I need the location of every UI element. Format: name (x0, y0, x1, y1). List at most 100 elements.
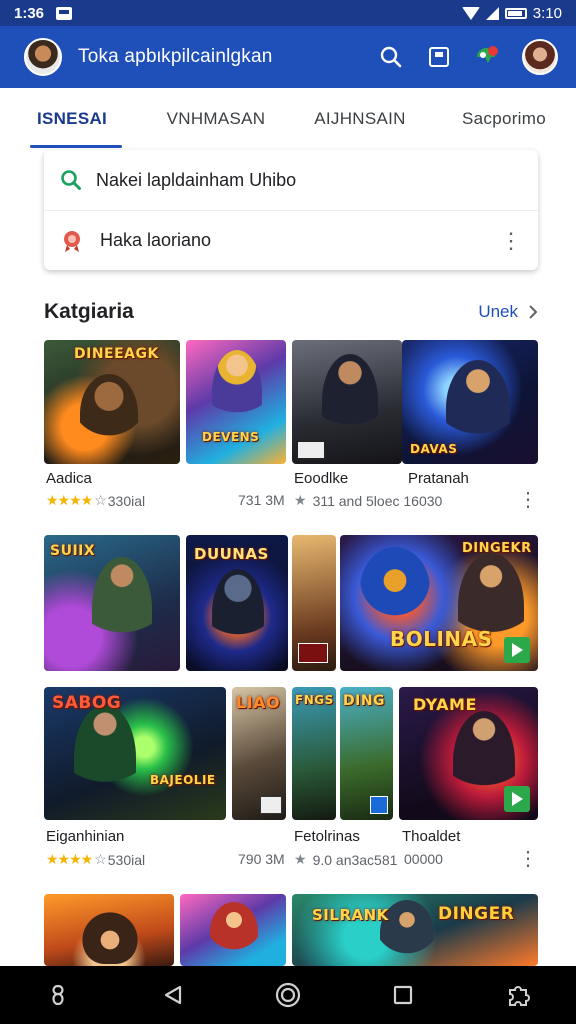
back-icon[interactable] (153, 975, 193, 1015)
game-rating-1: ★★★★ ☆ 330ial (46, 492, 145, 509)
game-tile-14[interactable] (44, 894, 174, 966)
game-tile-8[interactable]: DINGEKR BOLINAS (340, 535, 538, 671)
game-title-13[interactable]: Thoaldet (402, 828, 460, 845)
search-suggestion-text: Nakei lapldainham Uhibo (96, 169, 297, 190)
hero-figure (322, 354, 378, 448)
battery-icon (504, 7, 527, 19)
play-badge-icon (504, 637, 530, 663)
star-icon: ★ (294, 492, 307, 508)
tab-2[interactable]: AIJHNSAIN (288, 88, 432, 150)
recent-suggestion-row[interactable]: Haka laoriano ⋮ (44, 210, 538, 270)
category-tabs: ISNESAI VNHMASAN AIJHNSAIN Sacporimo (0, 88, 576, 150)
game-tile-1[interactable]: DINEEAGK (44, 340, 180, 464)
stars-filled: ★★★★ (46, 492, 93, 508)
game-logo-text: FNGS (295, 693, 334, 707)
game-tile-12[interactable]: DING (340, 687, 393, 820)
rating-count: 311 and 5loec 16030 (312, 492, 443, 509)
hero-figure (82, 904, 138, 964)
game-tile-16[interactable]: SILRANK DINGER (292, 894, 538, 966)
tab-1[interactable]: VNHMASAN (144, 88, 288, 150)
game-tile-6[interactable]: DUUNAS (186, 535, 288, 671)
notification-icon (56, 6, 73, 20)
user-avatar[interactable] (522, 39, 558, 75)
game-tile-15[interactable] (180, 894, 286, 966)
hero-figure (212, 569, 264, 657)
app-actions (378, 39, 558, 75)
game-tile-5[interactable]: SUIIX (44, 535, 180, 671)
hero-figure (74, 705, 136, 811)
game-title-3[interactable]: Pratanah (408, 470, 469, 487)
game-small-logo (370, 796, 388, 814)
play-badge-icon (504, 786, 530, 812)
stars-empty: ☆ (94, 492, 107, 508)
search-icon[interactable] (378, 44, 404, 70)
game-logo-text: DYAME (413, 695, 477, 714)
game-tile-4[interactable]: DAVAS (402, 340, 538, 464)
stars-empty: ☆ (94, 851, 107, 867)
game-tile-13[interactable]: DYAME (399, 687, 538, 820)
more-options-icon[interactable]: ⋮ (500, 229, 522, 252)
game-tile-10[interactable]: LIAO (232, 687, 286, 820)
rating-count: 330ial (107, 492, 146, 509)
hero-figure (212, 350, 262, 436)
tab-0[interactable]: ISNESAI (0, 88, 144, 150)
section-header: Katgiaria Unek (44, 296, 538, 328)
status-time: 1:36 (14, 4, 45, 22)
game-tile-3[interactable] (292, 340, 402, 464)
game-title-9[interactable]: Eiganhinian (46, 828, 124, 845)
game-logo-text: BOLINAS (390, 627, 493, 651)
game-logo-text: DEVENS (202, 430, 260, 444)
search-suggestion-row[interactable]: Nakei lapldainham Uhibo (44, 150, 538, 210)
game-rating-3: ★ 311 and 5loec 16030 (294, 492, 442, 509)
game-title-11[interactable]: Fetolrinas (294, 828, 360, 845)
gift-notification-icon[interactable] (474, 44, 500, 70)
game-logo-text: DINEEAGK (74, 346, 159, 362)
chevron-right-icon (529, 305, 538, 319)
tab-3[interactable]: Sacporimo (432, 88, 576, 150)
wifi-icon (461, 6, 480, 20)
game-logo-text: BAJEOLIE (150, 773, 216, 787)
stars-filled: ★★★★ (46, 851, 93, 867)
library-icon[interactable] (426, 44, 452, 70)
game-tile-11[interactable]: FNGS (292, 687, 336, 820)
game-logo-text: DINGER (438, 904, 515, 924)
more-options-icon[interactable]: ⋮ (518, 490, 538, 510)
game-small-logo (296, 440, 326, 460)
game-small-logo (298, 643, 328, 663)
section-title: Katgiaria (44, 300, 134, 323)
rating-count: 00000 (404, 851, 443, 867)
rating-count: 9.0 an3ac581 (312, 851, 398, 868)
game-title-2[interactable]: Eoodlke (294, 470, 348, 487)
app-logo-avatar[interactable] (24, 38, 62, 76)
game-logo-text: DINGEKR (462, 541, 532, 556)
rating-count: 530ial (107, 851, 146, 868)
assistant-icon[interactable] (38, 975, 78, 1015)
game-size-2: 731 3M (238, 492, 285, 508)
puzzle-icon[interactable] (498, 975, 538, 1015)
search-suggestions-card: Nakei lapldainham Uhibo Haka laoriano ⋮ (44, 150, 538, 270)
hero-figure (92, 557, 152, 661)
home-icon[interactable] (268, 975, 308, 1015)
app-title: Toka apbιkpilcainlgkan (78, 46, 273, 67)
game-logo-text: SABOG (52, 693, 122, 713)
hero-figure (80, 374, 138, 454)
game-rating-13: 00000 (404, 851, 443, 867)
game-tile-9[interactable]: SABOG BAJEOLIE (44, 687, 226, 820)
recents-icon[interactable] (383, 975, 423, 1015)
more-options-icon[interactable]: ⋮ (518, 849, 538, 869)
game-rating-9: ★★★★ ☆ 530ial (46, 851, 145, 868)
status-icons: 3:10 (461, 4, 562, 22)
signal-icon (485, 6, 499, 20)
status-clock-right: 3:10 (532, 4, 562, 22)
game-logo-text: LIAO (236, 693, 281, 712)
game-tile-2[interactable]: DEVENS (186, 340, 286, 464)
hero-figure (210, 902, 258, 962)
search-icon (61, 170, 81, 190)
hero-figure (360, 547, 430, 631)
game-logo-text: SUIIX (50, 543, 96, 559)
status-bar: 1:36 3:10 (0, 0, 576, 26)
see-all-link[interactable]: Unek (478, 302, 538, 322)
game-tile-7[interactable] (292, 535, 336, 671)
game-title-1[interactable]: Aadica (46, 470, 92, 487)
see-all-label: Unek (478, 302, 518, 321)
